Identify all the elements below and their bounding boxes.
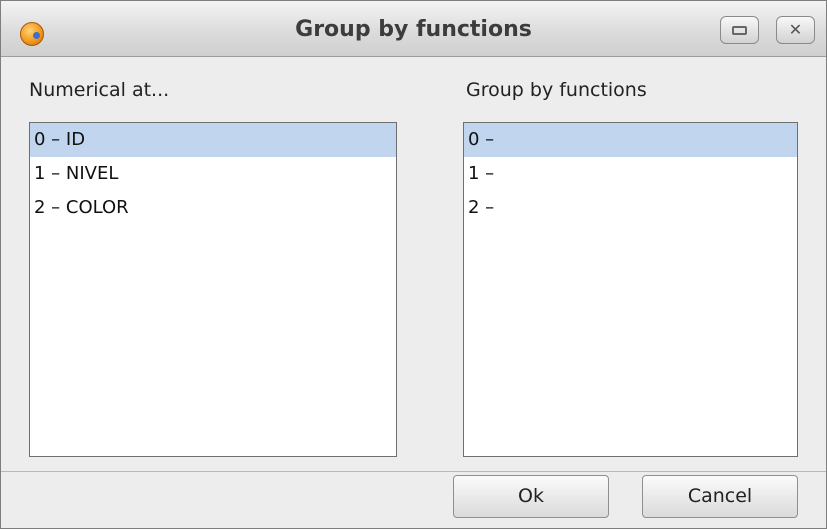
numerical-at-label: Numerical at... <box>29 79 170 101</box>
minimize-icon <box>732 26 747 35</box>
numerical-attributes-list[interactable]: 0 – ID 1 – NIVEL 2 – COLOR <box>29 122 397 457</box>
list-item[interactable]: 1 – NIVEL <box>30 157 396 191</box>
minimize-button[interactable] <box>720 16 759 44</box>
ok-button[interactable]: Ok <box>453 475 609 518</box>
list-item[interactable]: 0 – ID <box>30 123 396 157</box>
group-by-functions-label: Group by functions <box>466 79 647 101</box>
title-bar[interactable]: Group by functions ✕ <box>1 1 826 57</box>
footer-divider <box>1 471 826 472</box>
close-button[interactable]: ✕ <box>776 16 815 44</box>
list-item[interactable]: 1 – <box>464 157 797 191</box>
list-item[interactable]: 0 – <box>464 123 797 157</box>
dialog-window: Group by functions ✕ Numerical at... Gro… <box>0 0 827 529</box>
list-item[interactable]: 2 – COLOR <box>30 191 396 225</box>
list-item[interactable]: 2 – <box>464 191 797 225</box>
cancel-button[interactable]: Cancel <box>642 475 798 518</box>
window-title: Group by functions <box>295 17 532 42</box>
group-functions-list[interactable]: 0 – 1 – 2 – <box>463 122 798 457</box>
close-icon: ✕ <box>788 20 803 39</box>
